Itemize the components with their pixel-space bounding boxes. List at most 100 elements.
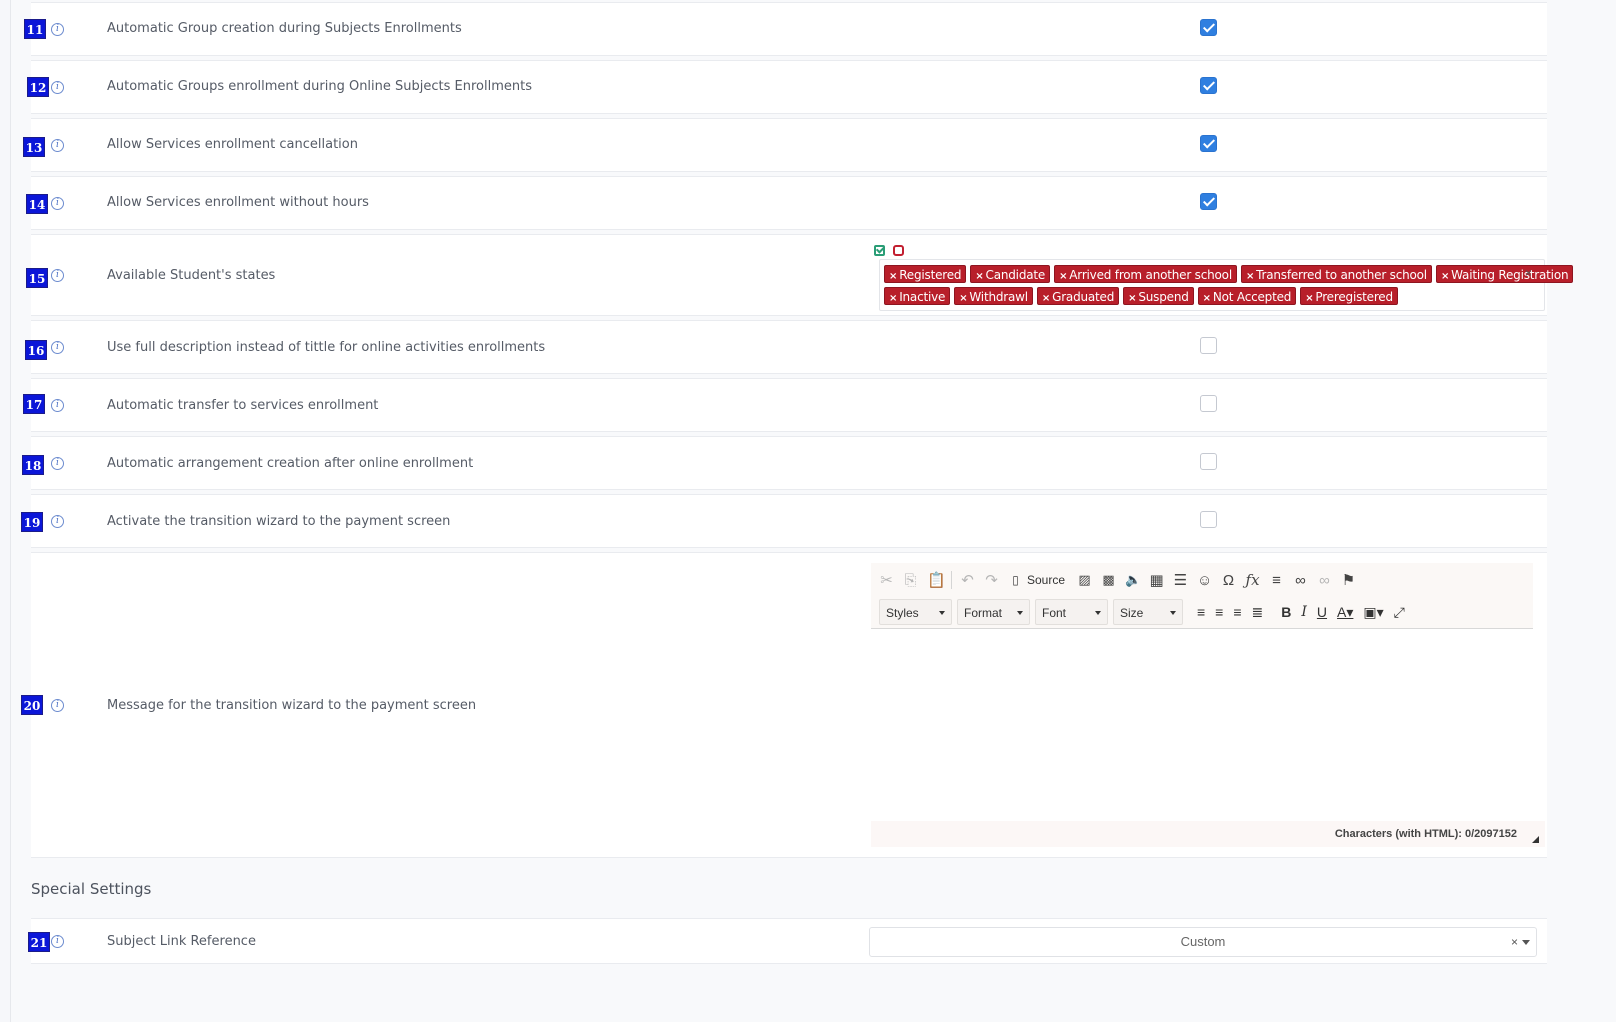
font-dropdown[interactable]: Font — [1035, 599, 1108, 625]
clear-all-icon[interactable]: × — [1525, 266, 1532, 280]
tag-remove-icon[interactable]: × — [1128, 293, 1136, 304]
info-icon[interactable]: i — [51, 399, 64, 412]
info-icon[interactable]: i — [51, 935, 64, 948]
justify-icon[interactable]: ≣ — [1252, 604, 1264, 621]
redo-icon[interactable]: ↷ — [984, 571, 999, 589]
styles-dropdown[interactable]: Styles — [879, 599, 952, 625]
tag-remove-icon[interactable]: × — [1246, 271, 1254, 282]
setting-checkbox[interactable] — [1200, 453, 1217, 470]
align-center-icon[interactable]: ≡ — [1215, 604, 1223, 620]
image2-icon[interactable]: ▩ — [1101, 572, 1116, 588]
state-tag[interactable]: × Arrived from another school — [1054, 265, 1237, 283]
state-tag[interactable]: × Not Accepted — [1197, 287, 1297, 305]
info-icon[interactable]: i — [51, 139, 64, 152]
deselect-all-icon[interactable] — [893, 245, 904, 256]
message-editor-area[interactable] — [871, 630, 1533, 820]
maximize-icon[interactable]: ⤢ — [1394, 604, 1405, 621]
state-tag[interactable]: × Inactive — [884, 287, 951, 305]
tag-remove-icon[interactable]: × — [959, 293, 967, 304]
state-tag[interactable]: × Transferred to another school — [1240, 265, 1432, 283]
state-tag[interactable]: × Waiting Registration — [1435, 265, 1574, 283]
setting-checkbox[interactable] — [1200, 19, 1217, 36]
tag-label: Waiting Registration — [1451, 268, 1569, 282]
state-tag[interactable]: × Withdrawl — [954, 287, 1033, 305]
toolbar-row-2: Styles Format Font Size ≡ ≡ ≡ ≣ B I U A▾… — [879, 599, 1415, 625]
setting-checkbox[interactable] — [1200, 135, 1217, 152]
list-icon[interactable]: ≡ — [1269, 572, 1284, 589]
info-icon[interactable]: i — [51, 23, 64, 36]
link-icon[interactable]: ∞ — [1293, 572, 1308, 589]
resize-handle-icon[interactable] — [1532, 836, 1539, 843]
tag-remove-icon[interactable]: × — [1305, 293, 1313, 304]
size-dropdown[interactable]: Size — [1113, 599, 1183, 625]
bold-icon[interactable]: B — [1281, 604, 1291, 620]
chevron-down-icon[interactable] — [1522, 940, 1530, 945]
horizontal-line-icon[interactable]: ☰ — [1173, 571, 1188, 589]
smiley-icon[interactable]: ☺ — [1197, 572, 1212, 589]
setting-checkbox[interactable] — [1200, 395, 1217, 412]
tag-remove-icon[interactable]: × — [889, 271, 897, 282]
align-left-icon[interactable]: ≡ — [1197, 604, 1205, 620]
student-states-multiselect[interactable]: × Registered × Candidate × Arrived from ano… — [879, 259, 1574, 311]
source-button[interactable]: Source — [1027, 573, 1065, 587]
setting-checkbox[interactable] — [1200, 77, 1217, 94]
state-tag[interactable]: × Candidate — [970, 265, 1051, 283]
info-icon[interactable]: i — [51, 515, 64, 528]
format-dropdown[interactable]: Format — [957, 599, 1030, 625]
info-icon[interactable]: i — [51, 341, 64, 354]
special-char-icon[interactable]: Ω — [1221, 572, 1236, 589]
table-icon[interactable]: ▦ — [1149, 571, 1164, 589]
tag-label: Candidate — [985, 268, 1046, 282]
formula-icon[interactable]: ƒx — [1245, 571, 1260, 589]
clear-selection-icon[interactable]: × — [1511, 928, 1518, 956]
info-icon[interactable]: i — [51, 457, 64, 470]
tag-remove-icon[interactable]: × — [1441, 271, 1449, 282]
audio-icon[interactable]: 🔈 — [1125, 572, 1141, 588]
setting-row-12: 12 i Automatic Groups enrollment during … — [27, 60, 1547, 114]
state-tag[interactable]: × Suspend — [1123, 287, 1194, 305]
state-tag[interactable]: × Preregistered — [1300, 287, 1398, 305]
unlink-icon[interactable]: ∞ — [1317, 572, 1332, 589]
state-tag[interactable]: × Registered — [884, 265, 967, 283]
row-number-badge: 18 — [22, 455, 44, 475]
setting-checkbox[interactable] — [1200, 337, 1217, 354]
align-right-icon[interactable]: ≡ — [1233, 604, 1241, 620]
tag-label: Suspend — [1138, 290, 1189, 304]
copy-icon[interactable]: ⎘ — [903, 572, 918, 589]
tag-remove-icon[interactable]: × — [1042, 293, 1050, 304]
setting-label: Use full description instead of tittle f… — [107, 340, 546, 355]
tag-remove-icon[interactable]: × — [889, 293, 897, 304]
row-number-badge: 14 — [26, 194, 48, 214]
tag-remove-icon[interactable]: × — [1203, 293, 1211, 304]
tag-label: Arrived from another school — [1069, 268, 1232, 282]
tag-label: Not Accepted — [1212, 290, 1292, 304]
tag-remove-icon[interactable]: × — [1059, 271, 1067, 282]
row-number-badge: 19 — [21, 512, 43, 532]
editor-footer: Characters (with HTML): 0/2097152 — [871, 821, 1545, 847]
info-icon[interactable]: i — [51, 197, 64, 210]
anchor-icon[interactable]: ⚑ — [1341, 571, 1356, 589]
info-icon[interactable]: i — [51, 699, 64, 712]
tags-row-1: × Registered × Candidate × Arrived from ano… — [884, 265, 1574, 283]
italic-icon[interactable]: I — [1301, 604, 1307, 620]
subject-link-reference-select[interactable]: Custom × — [869, 927, 1537, 957]
setting-checkbox[interactable] — [1200, 193, 1217, 210]
select-all-icon[interactable] — [874, 245, 885, 256]
source-icon[interactable]: ▯ — [1008, 573, 1023, 587]
setting-row-21: 21 i Subject Link Reference Custom × — [28, 918, 1547, 964]
setting-row-19: 19 i Activate the transition wizard to t… — [21, 494, 1547, 548]
undo-icon[interactable]: ↶ — [960, 571, 975, 589]
bg-color-icon[interactable]: ▣▾ — [1363, 604, 1383, 621]
info-icon[interactable]: i — [51, 269, 64, 282]
cut-icon[interactable]: ✂ — [879, 571, 894, 589]
setting-label: Automatic Group creation during Subjects… — [107, 21, 462, 36]
image-icon[interactable]: ▨ — [1077, 572, 1092, 588]
state-tag[interactable]: × Graduated — [1036, 287, 1120, 305]
text-color-icon[interactable]: A▾ — [1337, 604, 1353, 621]
setting-checkbox[interactable] — [1200, 511, 1217, 528]
info-icon[interactable]: i — [51, 81, 64, 94]
toolbar-separator — [951, 571, 952, 589]
paste-icon[interactable]: 📋 — [927, 571, 946, 589]
underline-icon[interactable]: U — [1317, 604, 1327, 620]
tag-remove-icon[interactable]: × — [975, 271, 983, 282]
